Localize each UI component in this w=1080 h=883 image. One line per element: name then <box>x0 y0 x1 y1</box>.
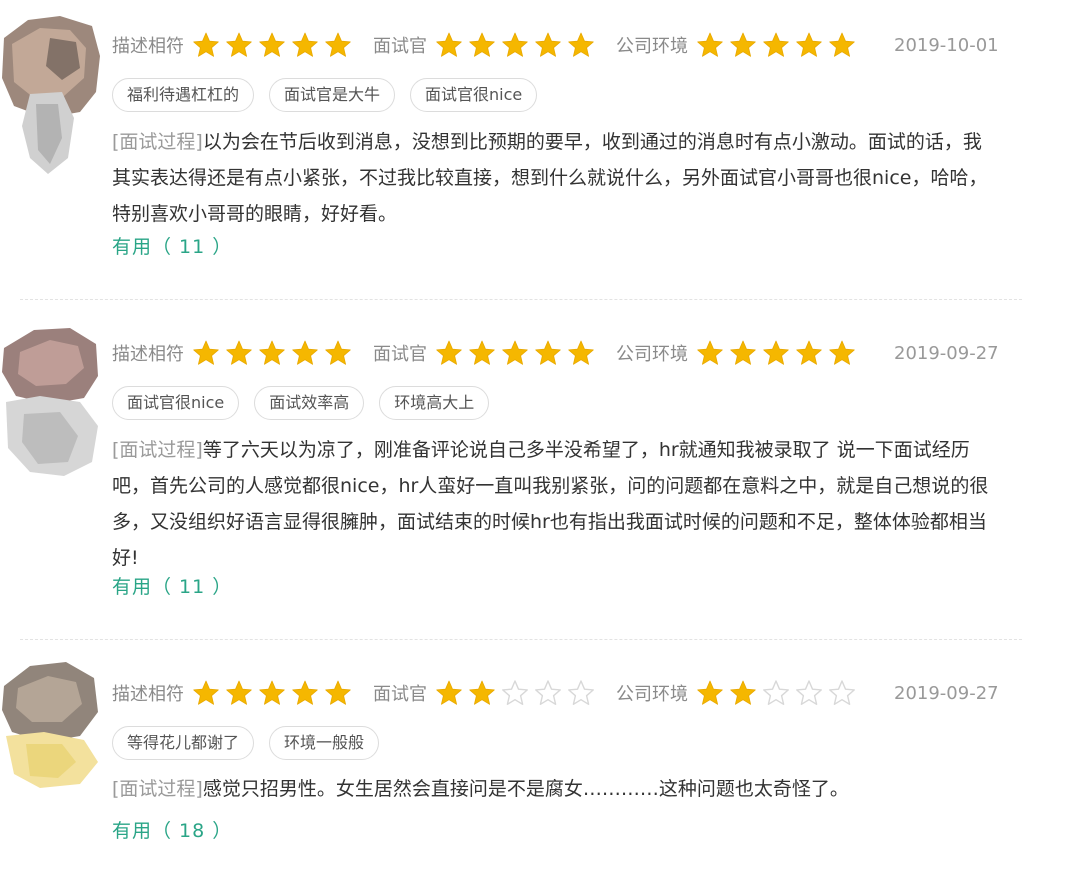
star-filled-icon <box>796 32 822 57</box>
rating-label-description: 描述相符 <box>112 36 184 57</box>
useful-button[interactable]: 有用（ 11 ） <box>112 572 232 599</box>
star-filled-icon <box>436 340 462 365</box>
useful-button[interactable]: 有用（ 18 ） <box>112 816 232 843</box>
star-filled-icon <box>568 340 594 365</box>
star-filled-icon <box>763 340 789 365</box>
star-filled-icon <box>796 340 822 365</box>
star-filled-icon <box>697 32 723 57</box>
star-filled-icon <box>730 680 756 705</box>
star-filled-icon <box>226 340 252 365</box>
star-filled-icon <box>730 32 756 57</box>
content-prefix: [面试过程] <box>112 131 203 153</box>
tag[interactable]: 面试效率高 <box>254 386 365 420</box>
stars-interviewer <box>435 31 600 59</box>
rating-label-environment: 公司环境 <box>616 36 688 57</box>
star-filled-icon <box>259 340 285 365</box>
star-filled-icon <box>763 32 789 57</box>
star-filled-icon <box>259 680 285 705</box>
review-content: [面试过程]等了六天以为凉了，刚准备评论说自己多半没希望了，hr就通知我被录取了… <box>112 432 992 576</box>
tag[interactable]: 面试官很nice <box>112 386 240 420</box>
rating-row: 描述相符 面试官 公司环境 2019-09-27 <box>112 678 1012 708</box>
stars-description <box>192 679 357 707</box>
content-prefix: [面试过程] <box>112 439 203 461</box>
star-filled-icon <box>469 680 495 705</box>
star-filled-icon <box>469 32 495 57</box>
stars-description <box>192 31 357 59</box>
review-date: 2019-09-27 <box>894 682 999 704</box>
rating-row: 描述相符 面试官 公司环境 2019-09-27 <box>112 338 1012 368</box>
star-filled-icon <box>259 32 285 57</box>
rating-label-environment: 公司环境 <box>616 684 688 705</box>
star-empty-icon <box>502 680 528 705</box>
avatar[interactable] <box>0 8 104 178</box>
star-filled-icon <box>325 32 351 57</box>
star-filled-icon <box>193 32 219 57</box>
rating-label-interviewer: 面试官 <box>373 684 427 705</box>
star-empty-icon <box>535 680 561 705</box>
star-filled-icon <box>226 680 252 705</box>
content-text: 感觉只招男性。女生居然会直接问是不是腐女…………这种问题也太奇怪了。 <box>202 778 849 800</box>
rating-label-environment: 公司环境 <box>616 344 688 365</box>
star-filled-icon <box>436 680 462 705</box>
star-filled-icon <box>325 340 351 365</box>
stars-interviewer <box>435 679 600 707</box>
content-text: 以为会在节后收到消息，没想到比预期的要早，收到通过的消息时有点小激动。面试的话，… <box>112 131 988 225</box>
useful-button[interactable]: 有用（ 11 ） <box>112 232 232 259</box>
review-content: [面试过程]感觉只招男性。女生居然会直接问是不是腐女…………这种问题也太奇怪了。 <box>112 771 992 807</box>
rating-row: 描述相符 面试官 公司环境 2019-10-01 <box>112 30 1012 60</box>
star-filled-icon <box>325 680 351 705</box>
rating-label-description: 描述相符 <box>112 684 184 705</box>
star-empty-icon <box>568 680 594 705</box>
stars-environment <box>696 31 861 59</box>
rating-label-interviewer: 面试官 <box>373 36 427 57</box>
star-filled-icon <box>469 340 495 365</box>
avatar[interactable] <box>0 322 104 492</box>
stars-environment <box>696 679 861 707</box>
star-empty-icon <box>796 680 822 705</box>
tag[interactable]: 等得花儿都谢了 <box>112 726 255 760</box>
star-filled-icon <box>193 680 219 705</box>
tag[interactable]: 面试官很nice <box>410 78 538 112</box>
review-date: 2019-09-27 <box>894 342 999 364</box>
star-filled-icon <box>829 340 855 365</box>
star-filled-icon <box>502 32 528 57</box>
star-filled-icon <box>730 340 756 365</box>
tag-list: 面试官很nice 面试效率高 环境高大上 <box>112 386 504 420</box>
star-filled-icon <box>292 340 318 365</box>
stars-description <box>192 339 357 367</box>
star-filled-icon <box>502 340 528 365</box>
divider <box>20 299 1022 300</box>
tag[interactable]: 环境一般般 <box>269 726 380 760</box>
star-filled-icon <box>568 32 594 57</box>
tag[interactable]: 环境高大上 <box>379 386 490 420</box>
star-filled-icon <box>292 680 318 705</box>
stars-interviewer <box>435 339 600 367</box>
star-filled-icon <box>535 32 561 57</box>
tag[interactable]: 面试官是大牛 <box>269 78 396 112</box>
content-text: 等了六天以为凉了，刚准备评论说自己多半没希望了，hr就通知我被录取了 说一下面试… <box>112 439 989 569</box>
review-date: 2019-10-01 <box>894 34 999 56</box>
star-filled-icon <box>829 32 855 57</box>
rating-label-interviewer: 面试官 <box>373 344 427 365</box>
avatar[interactable] <box>0 652 104 822</box>
star-empty-icon <box>829 680 855 705</box>
star-filled-icon <box>535 340 561 365</box>
star-filled-icon <box>697 340 723 365</box>
star-filled-icon <box>226 32 252 57</box>
content-prefix: [面试过程] <box>112 778 203 800</box>
star-filled-icon <box>436 32 462 57</box>
divider <box>20 639 1022 640</box>
star-filled-icon <box>292 32 318 57</box>
rating-label-description: 描述相符 <box>112 344 184 365</box>
review-content: [面试过程]以为会在节后收到消息，没想到比预期的要早，收到通过的消息时有点小激动… <box>112 124 992 232</box>
tag-list: 等得花儿都谢了 环境一般般 <box>112 726 394 760</box>
stars-environment <box>696 339 861 367</box>
star-filled-icon <box>193 340 219 365</box>
star-filled-icon <box>697 680 723 705</box>
star-empty-icon <box>763 680 789 705</box>
tag-list: 福利待遇杠杠的 面试官是大牛 面试官很nice <box>112 78 552 112</box>
tag[interactable]: 福利待遇杠杠的 <box>112 78 255 112</box>
